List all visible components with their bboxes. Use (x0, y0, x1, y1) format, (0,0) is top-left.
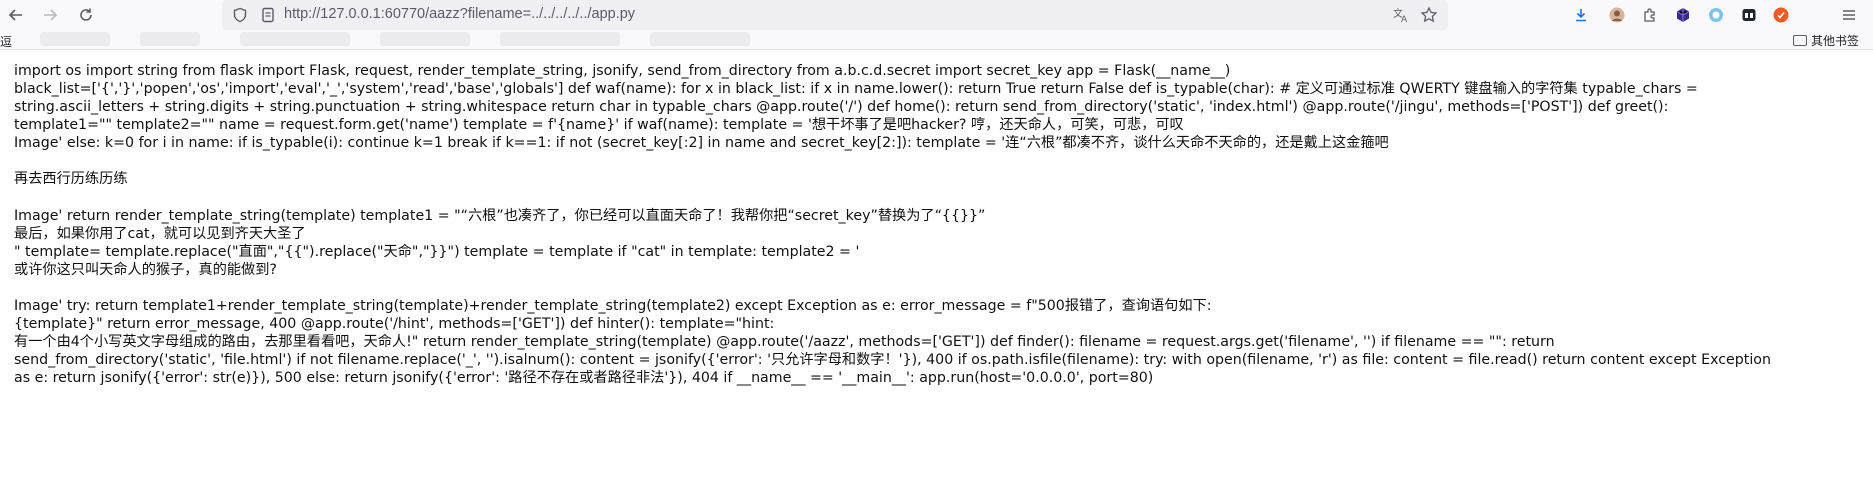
back-button[interactable] (3, 2, 29, 28)
code-line: template1="" template2="" name = request… (14, 117, 1184, 134)
code-line: import os import string from flask impor… (14, 63, 1231, 79)
download-icon[interactable] (1572, 6, 1590, 24)
address-bar[interactable]: http://127.0.0.1:60770/aazz?filename=../… (222, 0, 1448, 30)
reload-icon (80, 8, 92, 21)
code-line: 或许你这只叫天命人的猴子，真的能做到? (14, 261, 277, 278)
reload-button[interactable] (73, 2, 99, 28)
arrow-right-icon (44, 9, 58, 21)
bookmark-item-blurred[interactable] (140, 32, 200, 46)
code-line: send_from_directory('static', 'file.html… (14, 352, 1771, 369)
code-line: 再去西行历练历练 (14, 171, 128, 188)
extension-dark-icon[interactable] (1740, 6, 1758, 24)
code-line: as e: return jsonify({'error': str(e)}),… (14, 370, 1154, 387)
shield-icon[interactable] (232, 7, 248, 23)
code-line: black_list=['{','}','popen','os','import… (14, 81, 1698, 98)
page-info-icon[interactable] (260, 7, 276, 23)
bookmark-star-icon[interactable] (1420, 6, 1438, 24)
page-content: import os import string from flask impor… (14, 62, 1866, 387)
code-line: 有一个由4个小写英文字母组成的路由，去那里看看吧，天命人!" return re… (14, 334, 1555, 351)
profile-avatar-icon[interactable] (1608, 6, 1626, 24)
bookmarks-toolbar: 逗 其他书签 (0, 30, 1873, 50)
code-line: " template= template.replace("直面","{{").… (14, 243, 860, 260)
forward-button[interactable] (37, 2, 63, 28)
bookmark-item-blurred[interactable] (650, 32, 750, 46)
translate-icon[interactable]: 文A (1392, 6, 1410, 25)
bookmark-item-blurred[interactable] (380, 32, 470, 46)
code-line: string.ascii_letters + string.digits + s… (14, 99, 1669, 116)
code-line: Image' try: return template1+render_temp… (14, 297, 1212, 314)
other-bookmarks-label: 其他书签 (1810, 34, 1859, 48)
arrow-left-icon (8, 9, 22, 21)
extensions-puzzle-icon[interactable] (1641, 6, 1659, 24)
folder-icon (1792, 35, 1807, 46)
code-line: 最后，如果你用了cat，就可以见到齐天大圣了 (14, 225, 306, 242)
code-line: {template}" return error_message, 400 @a… (14, 316, 775, 333)
bookmark-item[interactable]: 逗 (0, 33, 12, 50)
svg-text:A: A (1401, 15, 1408, 24)
code-line: Image' return render_template_string(tem… (14, 207, 986, 224)
bookmark-item-blurred[interactable] (500, 32, 620, 46)
extension-cube-icon[interactable] (1674, 6, 1692, 24)
menu-hamburger-icon[interactable] (1840, 6, 1858, 24)
bookmark-item-blurred[interactable] (240, 32, 350, 46)
browser-toolbar: http://127.0.0.1:60770/aazz?filename=../… (0, 0, 1873, 30)
url-text[interactable]: http://127.0.0.1:60770/aazz?filename=../… (284, 6, 635, 22)
code-line: Image' else: k=0 for i in name: if is_ty… (14, 135, 1389, 152)
extension-orange-icon[interactable] (1772, 6, 1790, 24)
bookmark-item-blurred[interactable] (40, 32, 110, 46)
other-bookmarks-button[interactable]: 其他书签 (1792, 32, 1859, 49)
extension-circle-icon[interactable] (1707, 6, 1725, 24)
